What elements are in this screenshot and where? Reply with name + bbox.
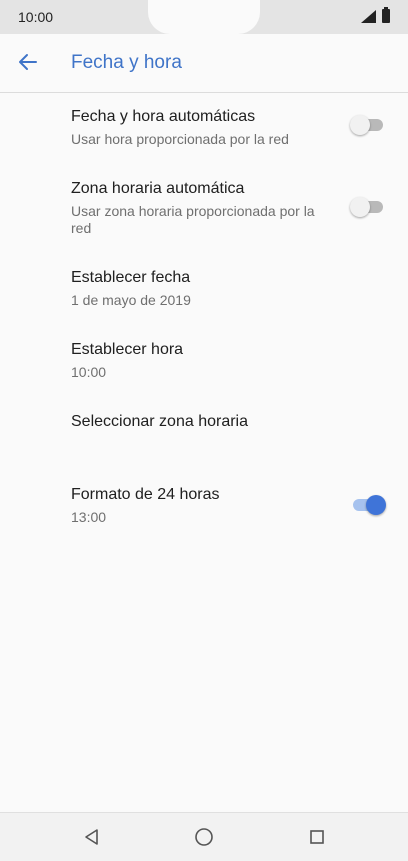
- recents-square-icon[interactable]: [305, 825, 329, 849]
- setting-set-date[interactable]: Establecer fecha 1 de mayo de 2019: [0, 263, 408, 323]
- setting-title: Establecer fecha: [71, 269, 191, 286]
- setting-set-time[interactable]: Establecer hora 10:00: [0, 335, 408, 395]
- automatic-date-time-toggle[interactable]: [350, 114, 386, 136]
- setting-subtitle: 10:00: [71, 364, 107, 380]
- signal-icon: [361, 10, 376, 23]
- back-triangle-icon[interactable]: [80, 825, 104, 849]
- setting-title: Fecha y hora automáticas: [71, 108, 256, 125]
- setting-24-hour-format[interactable]: Formato de 24 horas 13:00: [0, 480, 408, 540]
- setting-subtitle: Usar hora proporcionada por la red: [71, 131, 289, 147]
- setting-title: Formato de 24 horas: [71, 486, 220, 503]
- setting-select-time-zone[interactable]: Seleccionar zona horaria: [0, 407, 408, 467]
- automatic-time-zone-toggle[interactable]: [350, 196, 386, 218]
- back-arrow-icon[interactable]: [14, 48, 42, 76]
- navigation-bar: [0, 812, 408, 861]
- app-bar: Fecha y hora: [0, 34, 408, 93]
- setting-automatic-time-zone[interactable]: Zona horaria automática Usar zona horari…: [0, 174, 408, 246]
- display-notch: [148, 0, 260, 34]
- setting-title: Zona horaria automática: [71, 180, 245, 197]
- 24-hour-format-toggle[interactable]: [350, 494, 386, 516]
- setting-automatic-date-time[interactable]: Fecha y hora automáticas Usar hora propo…: [0, 102, 408, 164]
- setting-subtitle: 13:00: [71, 509, 107, 525]
- setting-title: Seleccionar zona horaria: [71, 413, 248, 430]
- page-title: Fecha y hora: [71, 52, 182, 73]
- status-bar: 10:00: [0, 0, 408, 34]
- home-circle-icon[interactable]: [192, 825, 216, 849]
- setting-title: Establecer hora: [71, 341, 184, 358]
- status-time: 10:00: [18, 9, 54, 25]
- setting-subtitle: 1 de mayo de 2019: [71, 292, 191, 308]
- setting-subtitle: Usar zona horaria proporcionada por la r…: [71, 203, 315, 236]
- battery-icon: [382, 7, 390, 23]
